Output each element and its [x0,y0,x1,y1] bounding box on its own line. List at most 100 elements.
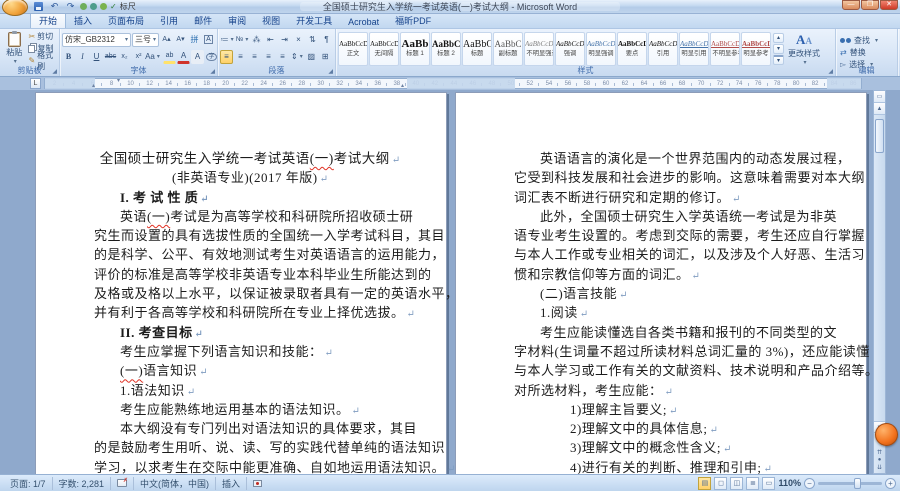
doc-line[interactable]: 4)进行有关的判断、推理和引申; ↵ [514,458,826,474]
replace-button[interactable]: ⇄ 替换 [840,47,893,58]
fullscreen-reading-view-button[interactable]: ◻ [714,476,728,490]
format-painter-button[interactable]: ✎ 格式刷 [28,51,57,71]
print-layout-view-button[interactable]: ▤ [698,476,712,490]
doc-line[interactable]: 语专业考生设置的。考虑到交际的需要，考生还应自行掌握 [514,226,865,245]
language-indicator[interactable]: 中文(简体，中国) [134,476,217,490]
select-browse-object-button[interactable]: ● [878,457,882,463]
tab-10[interactable]: 福昕PDF [387,12,439,28]
draft-view-button[interactable]: ▭ [762,476,776,490]
tab-6[interactable]: 审阅 [220,12,254,28]
style-item-4[interactable]: AaBbC 标题 2 [431,32,461,66]
next-page-button[interactable]: ⇊ [877,464,882,471]
align-left-button[interactable]: ≡ [220,49,233,64]
bullets-button[interactable]: ≔ ▾ [220,33,234,47]
word-count[interactable]: 字数: 2,281 [53,476,112,490]
doc-line[interactable]: 惯和宗教信仰等方面的词汇。 ↵ [514,265,826,284]
zoom-in-button[interactable]: + [885,477,896,489]
underline-button[interactable]: U [90,50,103,64]
zoom-out-button[interactable]: − [804,477,815,489]
style-item-11[interactable]: AaBbCcDd 引用 [648,32,678,66]
office-button[interactable] [2,0,28,16]
doc-line[interactable]: 1.语法知识 ↵ [94,381,406,400]
shrink-font-button[interactable]: A▾ [174,33,187,47]
page-indicator[interactable]: 页面: 1/7 [4,476,53,490]
subscript-button[interactable]: x₂ [118,50,131,64]
style-item-10[interactable]: AaBbCcDd 要点 [617,32,647,66]
change-case-button[interactable]: Aa ▾ [145,50,160,64]
line-spacing-button[interactable]: ⇕ ▾ [290,50,304,64]
gallery-scroll-down-button[interactable]: ▾ [773,44,784,54]
style-item-13[interactable]: AaBbCcDd 不明显参考 [710,32,740,66]
doc-line[interactable]: 并有利于各高等学校和科研院所在专业上择优选拔。 ↵ [94,303,415,322]
gallery-more-button[interactable]: ▾ [773,55,784,65]
doc-line[interactable]: 与本人工作或专业相关的词汇，以及涉及个人好恶、生活习 [514,245,865,264]
doc-line[interactable]: 与本人学习或工作有关的文献资料、技术说明和产品介绍等。 [514,361,878,380]
show-marks-button[interactable]: ¶ [320,33,333,47]
doc-line[interactable]: 评价的标准是高等学校非英语专业本科毕业生所能达到的 [94,265,431,284]
tab-3[interactable]: 页面布局 [100,12,152,28]
character-shading-button[interactable]: A [191,49,204,64]
superscript-button[interactable]: x² [132,50,145,64]
character-border-button[interactable]: A [202,33,215,47]
addin-icon[interactable] [80,3,87,10]
scroll-up-button[interactable]: ▲ [874,103,885,115]
previous-page-button[interactable]: ⇈ [877,449,882,456]
bold-button[interactable]: B [62,50,75,64]
doc-line[interactable]: 考生应掌握下列语言知识和技能： ↵ [94,342,406,361]
paste-button[interactable]: 粘贴 ▾ [2,30,26,65]
increase-indent-button[interactable]: ⇥ [278,33,291,47]
doc-line[interactable]: 1)理解主旨要义; ↵ [514,400,826,419]
decrease-indent-button[interactable]: ⇤ [264,33,277,47]
font-color-button[interactable]: A [177,50,190,64]
doc-line[interactable]: 英语(一)考试是为高等学校和科研院所招收硕士研 [94,207,413,226]
enclose-characters-button[interactable]: 字 [205,50,218,64]
style-item-5[interactable]: AaBbC 标题 [462,32,492,66]
web-layout-view-button[interactable]: ◫ [730,476,744,490]
ruler-toggle-label[interactable]: 标尺 [120,1,136,12]
spellcheck-status[interactable] [111,476,135,490]
doc-line[interactable]: 词汇表不断进行研究和定期的修订。 ↵ [514,188,826,207]
dialog-launcher-icon[interactable]: ◢ [328,69,333,75]
justify-button[interactable]: ≡ [262,50,275,64]
align-right-button[interactable]: ≡ [248,50,261,64]
undo-button[interactable]: ↶ [48,1,61,12]
doc-line[interactable]: 学习，以求考生在交际中能更准确、自如地运用语法知识。 ↵ [94,458,455,474]
asian-layout-button[interactable]: × [292,33,305,47]
italic-button[interactable]: I [76,50,89,64]
page-1[interactable]: 全国硕士研究生入学统一考试英语(一)考试大纲 ↵ (非英语专业)(2017 年版) ↵… [35,92,458,474]
style-item-9[interactable]: AaBbCcDd 明显强调 [586,32,616,66]
shading-button[interactable]: ▨ [305,50,318,64]
ruler-toggle-button[interactable]: ▭ [874,91,885,103]
doc-line[interactable]: II. 考查目标 ↵ [94,323,406,342]
doc-line[interactable]: 的是科学、公平、有效地测试考生对英语语言的运用能力， [94,245,445,264]
addin-icon[interactable] [100,3,107,10]
ruby-guide-button[interactable]: 拼 [188,33,201,47]
borders-button[interactable]: ⊞ [319,50,332,64]
style-item-6[interactable]: AaBbC 副标题 [493,32,523,66]
style-item-8[interactable]: AaBbCcDd 强调 [555,32,585,66]
font-name-combo[interactable]: 仿宋_GB2312 ▾ [62,32,131,47]
doc-line[interactable]: (非英语专业)(2017 年版) ↵ [94,168,406,187]
style-item-14[interactable]: AaBbCcDd 明显参考 [741,32,771,66]
tab-2[interactable]: 插入 [66,12,100,28]
redo-button[interactable]: ↷ [64,1,77,12]
sort-button[interactable]: ⇅ [306,33,319,47]
align-center-button[interactable]: ≡ [234,50,247,64]
doc-line[interactable]: 考生应能熟练地运用基本的语法知识。 ↵ [94,400,406,419]
vertical-scrollbar[interactable]: ▭ ▲ ▼ ⇈ ● ⇊ [873,90,886,474]
distribute-button[interactable]: ≡ [276,50,289,64]
multilevel-list-button[interactable]: ⁂ [250,33,263,47]
tab-selector[interactable]: L [30,78,41,89]
doc-line[interactable]: 究生而设置的具有选拔性质的全国统一入学考试科目，其目 [94,226,445,245]
numbering-button[interactable]: № ▾ [235,33,249,47]
doc-line[interactable]: 1.阅读 ↵ [514,303,826,322]
style-item-1[interactable]: AaBbCcDd 正文 [338,32,368,66]
gallery-scroll-up-button[interactable]: ▴ [773,33,784,43]
doc-line[interactable]: 字材料(生词量不超过所读材料总词汇量的 3%)，还应能读懂 [514,342,869,361]
close-button[interactable]: ✕ [880,0,898,10]
style-item-2[interactable]: AaBbCcDd 无间隔 [369,32,399,66]
doc-line[interactable]: 本大纲没有专门列出对语法知识的具体要求，其目 [94,419,417,438]
style-item-3[interactable]: AaBb 标题 1 [400,32,430,66]
dialog-launcher-icon[interactable]: ◢ [52,69,57,75]
strikethrough-button[interactable]: abc [104,50,117,64]
